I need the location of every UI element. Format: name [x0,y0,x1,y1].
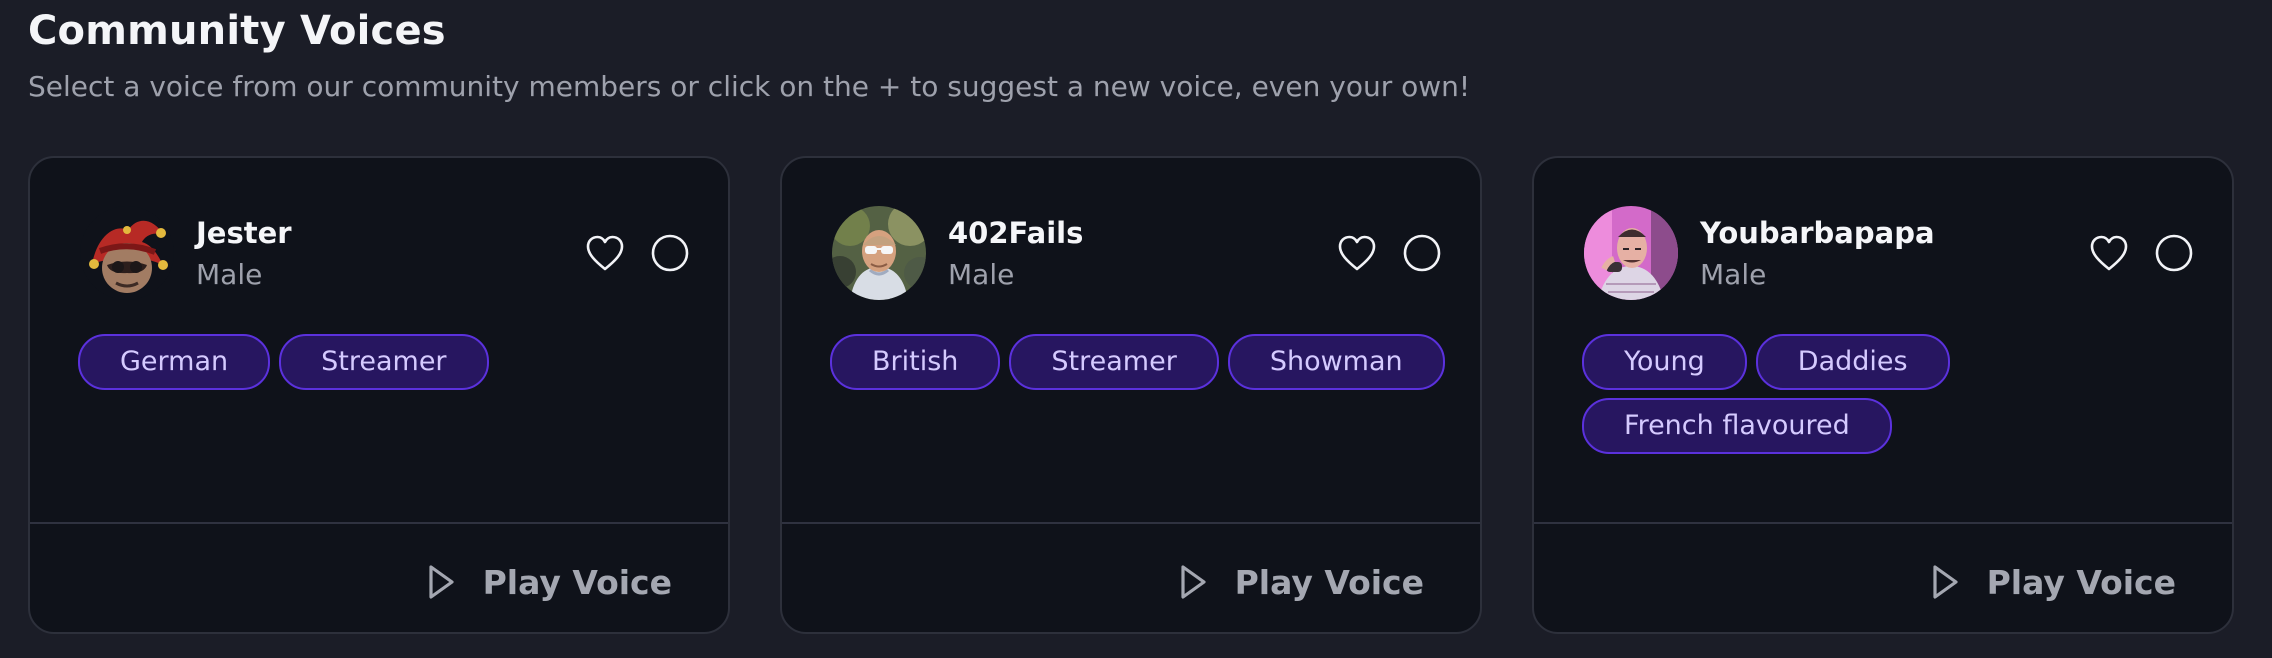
play-voice-label: Play Voice [482,562,672,602]
page-subtitle: Select a voice from our community member… [28,70,1471,103]
play-icon [1929,563,1961,601]
voice-card-youbarbapapa: Youbarbapapa Male Young Daddies French f… [1532,156,2234,634]
tag[interactable]: British [830,334,1001,390]
402fails-avatar [832,206,926,300]
voice-card-list: Jester Male German Streamer Play Voice 4… [28,156,2234,634]
voice-gender: Male [1700,258,1767,291]
jester-avatar [80,206,174,300]
tag[interactable]: Showman [1227,334,1445,390]
tag[interactable]: Streamer [1009,334,1219,390]
community-voices-section: Community Voices Select a voice from our… [28,0,2244,658]
voice-card-402fails: 402Fails Male British Streamer Showman P… [780,156,1482,634]
tag-list: German Streamer [78,334,698,390]
card-divider [782,522,1480,524]
play-voice-label: Play Voice [1234,562,1424,602]
heart-icon [2088,234,2130,276]
tag[interactable]: French flavoured [1582,398,1892,454]
favorite-button[interactable] [582,232,628,278]
select-voice-radio[interactable] [1399,232,1445,278]
voice-name: 402Fails [948,216,1084,250]
heart-icon [584,234,626,276]
tag[interactable]: Daddies [1755,334,1950,390]
card-divider [1534,522,2232,524]
voice-name: Youbarbapapa [1700,216,1935,250]
select-voice-radio[interactable] [647,232,693,278]
favorite-button[interactable] [1334,232,1380,278]
radio-circle-icon [1402,233,1442,277]
tag[interactable]: Streamer [279,334,489,390]
favorite-button[interactable] [2086,232,2132,278]
tag[interactable]: Young [1582,334,1747,390]
tag[interactable]: German [78,334,271,390]
voice-gender: Male [196,258,263,291]
page-title: Community Voices [28,8,446,54]
play-voice-button[interactable]: Play Voice [1929,554,2176,610]
play-icon [425,563,457,601]
tag-list: Young Daddies French flavoured [1582,334,2202,454]
voice-card-jester: Jester Male German Streamer Play Voice [28,156,730,634]
tag-list: British Streamer Showman [830,334,1450,390]
voice-gender: Male [948,258,1015,291]
play-voice-button[interactable]: Play Voice [1177,554,1424,610]
voice-name: Jester [196,216,292,250]
youbarbapapa-avatar [1584,206,1678,300]
play-voice-label: Play Voice [1986,562,2176,602]
select-voice-radio[interactable] [2151,232,2197,278]
radio-circle-icon [2154,233,2194,277]
play-icon [1177,563,1209,601]
play-voice-button[interactable]: Play Voice [425,554,672,610]
heart-icon [1336,234,1378,276]
card-divider [30,522,728,524]
radio-circle-icon [650,233,690,277]
